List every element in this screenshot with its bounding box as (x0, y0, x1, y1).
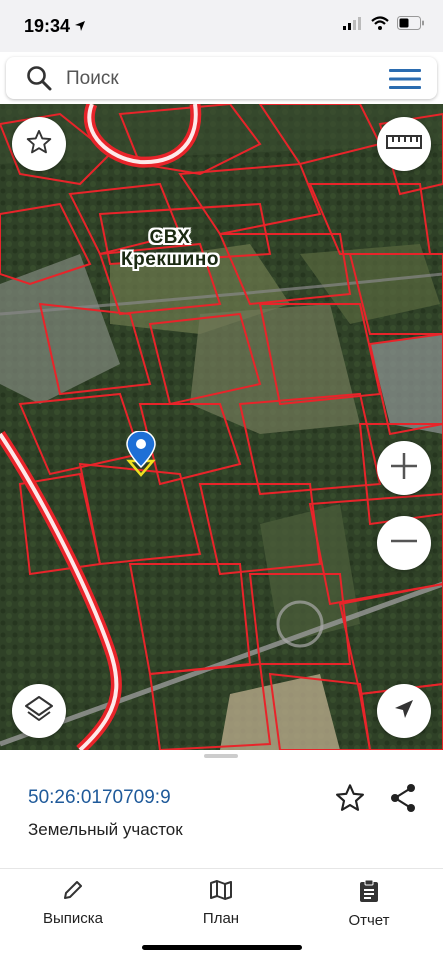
zoom-out-icon (389, 526, 419, 561)
location-arrow-icon (74, 19, 86, 37)
menu-icon[interactable] (389, 68, 421, 95)
cellular-signal-icon (343, 16, 363, 35)
tab-report[interactable]: Отчет (309, 879, 429, 929)
clipboard-icon (359, 879, 379, 907)
parcel-sheet[interactable]: 50:26:0170709:9 Земельный участок (0, 750, 443, 868)
status-time: 19:34 (24, 16, 71, 36)
map-place-label: СВХ Крекшино (112, 227, 228, 271)
tab-plan[interactable]: План (161, 879, 281, 927)
tab-plan-label: План (202, 910, 240, 927)
favorite-map-button[interactable] (12, 117, 66, 171)
satellite-map[interactable] (0, 104, 443, 750)
status-bar: 19:34 (0, 0, 443, 52)
layers-button[interactable] (12, 684, 66, 738)
wifi-icon (371, 16, 389, 35)
tab-report-label: Отчет (348, 912, 390, 929)
navigation-arrow-icon (393, 698, 415, 725)
location-pin-icon[interactable] (126, 430, 156, 482)
tab-extract[interactable]: Выписка (13, 879, 133, 927)
zoom-in-icon (389, 451, 419, 486)
map-label-line1: СВХ (149, 227, 191, 248)
pencil-icon (62, 881, 84, 905)
sheet-grabber[interactable] (204, 754, 238, 758)
cadastral-number-link[interactable]: 50:26:0170709:9 (28, 787, 171, 809)
search-input[interactable]: Поиск (66, 68, 119, 90)
home-indicator[interactable] (142, 945, 302, 950)
star-outline-icon[interactable] (334, 782, 366, 819)
share-icon[interactable] (388, 782, 418, 819)
my-location-button[interactable] (377, 684, 431, 738)
map-label-line2: Крекшино (121, 249, 219, 270)
ruler-button[interactable] (377, 117, 431, 171)
map-icon (209, 880, 233, 905)
star-icon (25, 128, 53, 161)
battery-icon (397, 16, 425, 35)
zoom-in-button[interactable] (377, 441, 431, 495)
layers-icon (23, 693, 55, 730)
parcel-type: Земельный участок (28, 820, 183, 839)
zoom-out-button[interactable] (377, 516, 431, 570)
tab-extract-label: Выписка (42, 910, 104, 927)
map-view[interactable]: СВХ Крекшино (0, 104, 443, 750)
ruler-icon (386, 133, 422, 156)
tab-bar: Выписка План Отчет (0, 868, 443, 960)
search-icon[interactable] (26, 65, 52, 96)
search-bar[interactable]: Поиск (6, 57, 437, 99)
status-icons (343, 16, 425, 35)
